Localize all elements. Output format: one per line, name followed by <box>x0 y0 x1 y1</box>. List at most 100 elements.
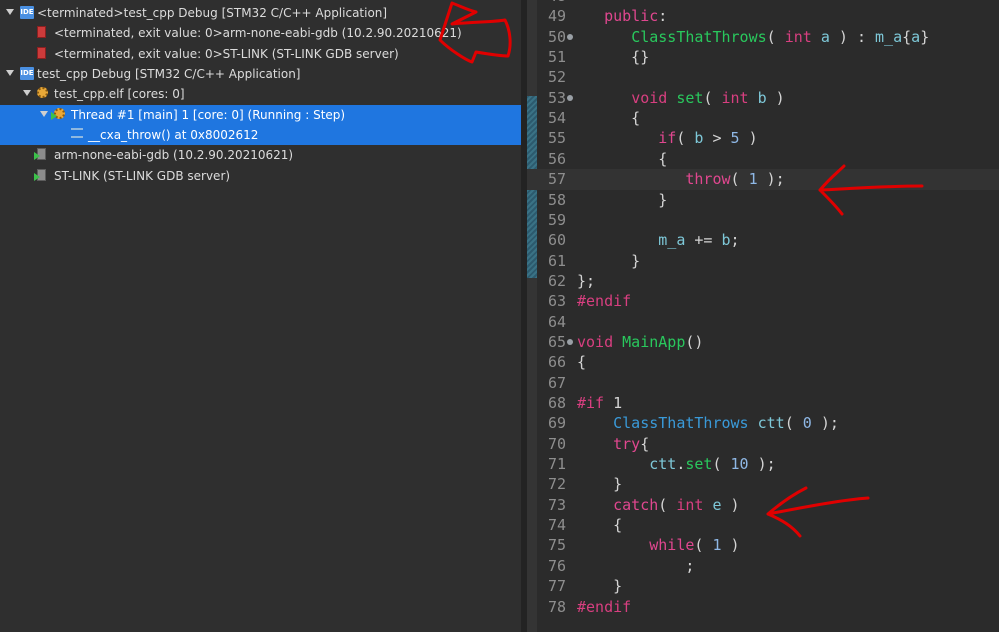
code-text: { <box>577 353 587 372</box>
code-text: #if 1 <box>577 394 623 412</box>
code-line[interactable]: 49 public: <box>527 6 999 26</box>
line-number: 58 <box>547 190 566 209</box>
code-line[interactable]: 58 } <box>527 190 999 210</box>
line-number: 62 <box>547 271 566 290</box>
code-line[interactable]: 69 ClassThatThrows ctt( 0 ); <box>527 413 999 433</box>
code-line[interactable]: 68 #if 1 <box>527 393 999 413</box>
code-line[interactable]: 66 { <box>527 352 999 372</box>
debug-tree-label: <terminated, exit value: 0>arm-none-eabi… <box>54 26 462 40</box>
code-text: void set( int b ) <box>631 88 785 107</box>
line-number: 66 <box>547 353 566 372</box>
debug-tree-label: arm-none-eabi-gdb (10.2.90.20210621) <box>54 148 294 162</box>
line-number: 75 <box>547 536 566 555</box>
code-line[interactable]: 52 <box>527 67 999 87</box>
code-line[interactable]: 59 <box>527 210 999 230</box>
line-number: 70 <box>547 434 566 453</box>
line-number: 71 <box>547 455 566 474</box>
debug-tree-item[interactable]: <terminated, exit value: 0>ST-LINK (ST-L… <box>0 44 521 64</box>
code-line[interactable]: 70 try{ <box>527 434 999 454</box>
code-text: } <box>577 577 623 596</box>
line-number: 67 <box>547 373 566 392</box>
debug-tree-item[interactable]: IDE <terminated>test_cpp Debug [STM32 C/C… <box>0 3 521 23</box>
debug-tree-item[interactable]: test_cpp.elf [cores: 0] <box>0 84 521 104</box>
code-line[interactable]: 53 void set( int b ) <box>527 88 999 108</box>
code-text: {} <box>577 48 650 67</box>
debug-tree-item[interactable]: ST-LINK (ST-LINK GDB server) <box>0 166 521 186</box>
code-editor[interactable]: 4849 public:50 ClassThatThrows( int a ) … <box>527 0 999 632</box>
debug-tree-label: Thread #1 [main] 1 [core: 0] (Running : … <box>71 108 346 122</box>
code-text: public: <box>604 7 668 26</box>
code-text: catch( int e ) <box>613 495 740 514</box>
expand-twisty-icon[interactable] <box>23 90 31 96</box>
code-line[interactable]: 50 ClassThatThrows( int a ) : m_a{a} <box>527 27 999 47</box>
debug-tree-item[interactable]: __cxa_throw() at 0x8002612 <box>0 125 521 145</box>
debug-tree-label: <terminated, exit value: 0>ST-LINK (ST-L… <box>54 47 399 61</box>
code-text: ctt.set( 10 ); <box>649 455 776 474</box>
line-number: 54 <box>547 109 566 128</box>
fold-toggle-icon[interactable] <box>567 338 573 345</box>
line-number: 57 <box>547 170 566 189</box>
gear-icon <box>37 87 48 98</box>
line-number: 55 <box>547 129 566 148</box>
debug-tree-item[interactable]: arm-none-eabi-gdb (10.2.90.20210621) <box>0 145 521 165</box>
line-number: 64 <box>547 312 566 331</box>
debug-tree-item[interactable]: Thread #1 [main] 1 [core: 0] (Running : … <box>0 105 521 125</box>
code-text: #endif <box>577 292 632 311</box>
line-number: 51 <box>547 48 566 67</box>
code-line[interactable]: 57 throw( 1 ); <box>527 169 999 190</box>
stack-frame-icon <box>71 128 83 138</box>
code-line[interactable]: 73 catch( int e ) <box>527 495 999 515</box>
code-line[interactable]: 71 ctt.set( 10 ); <box>527 454 999 474</box>
debug-tree-label: ST-LINK (ST-LINK GDB server) <box>54 169 231 183</box>
line-number: 59 <box>547 210 566 229</box>
debug-tree-item[interactable]: <terminated, exit value: 0>arm-none-eabi… <box>0 23 521 43</box>
code-line[interactable]: 60 m_a += b; <box>527 230 999 250</box>
ide-icon: IDE <box>20 6 34 19</box>
code-line[interactable]: 64 <box>527 312 999 332</box>
code-text: { <box>577 516 623 535</box>
code-line[interactable]: 67 <box>527 373 999 393</box>
debug-tree-label: __cxa_throw() at 0x8002612 <box>88 128 259 142</box>
code-text: ClassThatThrows ctt( 0 ); <box>613 414 839 433</box>
code-line[interactable]: 72 } <box>527 474 999 494</box>
line-number: 50 <box>547 27 566 46</box>
code-text: } <box>577 190 668 209</box>
code-line[interactable]: 62}; <box>527 271 999 291</box>
debug-tree-label: test_cpp Debug [STM32 C/C++ Application] <box>37 67 301 81</box>
code-line[interactable]: 65 void MainApp() <box>527 332 999 352</box>
code-line[interactable]: 55 if( b > 5 ) <box>527 128 999 148</box>
code-line[interactable]: 75 while( 1 ) <box>527 535 999 555</box>
terminated-process-icon <box>37 47 46 59</box>
line-number: 68 <box>547 394 566 412</box>
expand-twisty-icon[interactable] <box>6 9 14 15</box>
line-number: 49 <box>547 7 566 26</box>
code-text: { <box>577 109 641 128</box>
code-line[interactable]: 54 { <box>527 108 999 128</box>
code-line[interactable]: 61 } <box>527 251 999 271</box>
code-text: } <box>577 475 623 494</box>
code-line[interactable]: 56 { <box>527 149 999 169</box>
expand-twisty-icon[interactable] <box>40 111 48 117</box>
debug-tree-item[interactable]: IDE test_cpp Debug [STM32 C/C++ Applicati… <box>0 64 521 84</box>
expand-twisty-icon[interactable] <box>6 70 14 76</box>
code-line[interactable]: 63 #endif <box>527 291 999 311</box>
line-number: 61 <box>547 251 566 270</box>
fold-toggle-icon[interactable] <box>567 94 573 101</box>
line-number: 65 <box>547 332 566 351</box>
debug-tree-label: <terminated>test_cpp Debug [STM32 C/C++ … <box>37 6 388 20</box>
running-arrow-icon <box>51 112 57 120</box>
code-line[interactable]: 77 } <box>527 576 999 596</box>
code-text: ClassThatThrows( int a ) : m_a{a} <box>631 27 930 46</box>
fold-toggle-icon[interactable] <box>567 33 573 40</box>
code-line[interactable]: 74 { <box>527 515 999 535</box>
code-text: throw( 1 ); <box>685 170 785 189</box>
code-line[interactable]: 51 {} <box>527 47 999 67</box>
code-line[interactable]: 76 ; <box>527 556 999 576</box>
line-number: 52 <box>547 68 566 87</box>
code-text: ; <box>577 556 695 575</box>
ide-icon: IDE <box>20 67 34 80</box>
code-text: void MainApp() <box>577 332 704 351</box>
code-text: try{ <box>613 434 650 453</box>
code-text: while( 1 ) <box>649 536 740 555</box>
code-line[interactable]: 78 #endif <box>527 597 999 617</box>
